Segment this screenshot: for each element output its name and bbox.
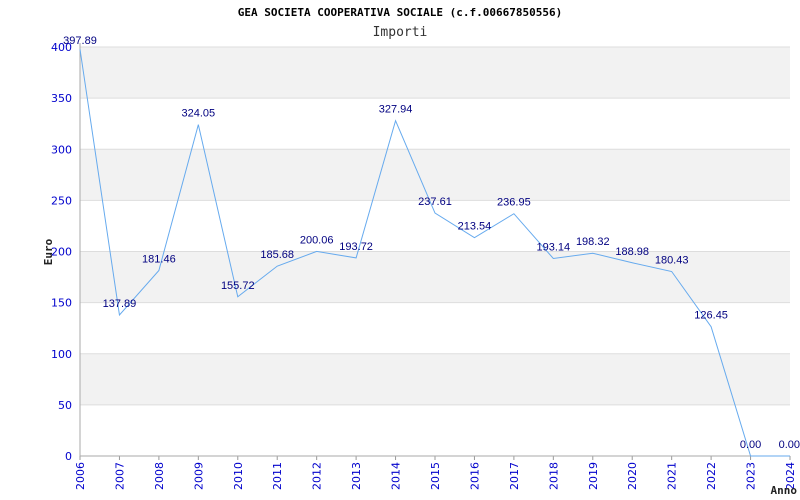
x-tick-label: 2015 bbox=[429, 462, 442, 490]
data-label: 180.43 bbox=[655, 255, 689, 267]
y-axis-label: Euro bbox=[42, 238, 55, 265]
y-tick-label: 350 bbox=[51, 92, 72, 105]
x-tick-label: 2010 bbox=[232, 462, 245, 490]
data-label: 181.46 bbox=[142, 253, 176, 265]
y-tick-label: 300 bbox=[51, 143, 72, 156]
line-chart: 050100150200250300350400 2006 2007 2008 200… bbox=[42, 35, 800, 497]
x-tick-label: 2008 bbox=[153, 462, 166, 490]
x-tick-labels: 2006 2007 2008 2009 2010 2011 2012 2013 2014 2015… bbox=[74, 462, 797, 490]
x-tick-label: 2007 bbox=[113, 462, 126, 490]
grid-band bbox=[80, 302, 790, 354]
x-tick-label: 2016 bbox=[468, 462, 481, 490]
data-label: 0.00 bbox=[779, 439, 800, 451]
x-tick-label: 2006 bbox=[74, 462, 87, 490]
x-tick-label: 2014 bbox=[390, 462, 403, 490]
grid-band bbox=[80, 47, 790, 99]
x-axis-label: Anno bbox=[771, 484, 798, 497]
y-tick-label: 250 bbox=[51, 194, 72, 207]
data-label: 185.68 bbox=[260, 249, 294, 261]
x-tick-label: 2009 bbox=[192, 462, 205, 490]
data-label: 188.98 bbox=[615, 246, 649, 258]
x-tick-label: 2019 bbox=[587, 462, 600, 490]
data-label: 327.94 bbox=[379, 104, 413, 116]
x-tick-label: 2018 bbox=[547, 462, 560, 490]
x-tick-label: 2023 bbox=[745, 462, 758, 490]
y-tick-label: 150 bbox=[51, 297, 72, 310]
y-tick-label: 100 bbox=[51, 348, 72, 361]
x-tick-label: 2011 bbox=[271, 462, 284, 490]
data-label: 324.05 bbox=[182, 108, 216, 120]
x-tick-label: 2017 bbox=[508, 462, 521, 490]
data-label: 237.61 bbox=[418, 196, 452, 208]
x-tick-label: 2012 bbox=[311, 462, 324, 490]
grid-band bbox=[80, 404, 790, 456]
data-label: 397.89 bbox=[63, 35, 97, 47]
data-label: 198.32 bbox=[576, 236, 610, 248]
x-tick-label: 2022 bbox=[705, 462, 718, 490]
data-label: 193.72 bbox=[339, 241, 373, 253]
data-label: 193.14 bbox=[537, 242, 571, 254]
x-tick-label: 2013 bbox=[350, 462, 363, 490]
grid-band bbox=[80, 98, 790, 150]
x-tick-label: 2020 bbox=[626, 462, 639, 490]
data-label: 155.72 bbox=[221, 280, 255, 292]
grid-band bbox=[80, 149, 790, 201]
x-tick-label: 2021 bbox=[666, 462, 679, 490]
data-label: 236.95 bbox=[497, 197, 531, 209]
data-label: 126.45 bbox=[694, 310, 728, 322]
y-tick-label: 50 bbox=[58, 399, 72, 412]
y-tick-label: 0 bbox=[65, 450, 72, 463]
grid-band bbox=[80, 353, 790, 405]
data-label: 200.06 bbox=[300, 234, 334, 246]
data-label: 0.00 bbox=[740, 439, 761, 451]
data-label: 213.54 bbox=[458, 221, 492, 233]
data-label: 137.89 bbox=[103, 298, 137, 310]
